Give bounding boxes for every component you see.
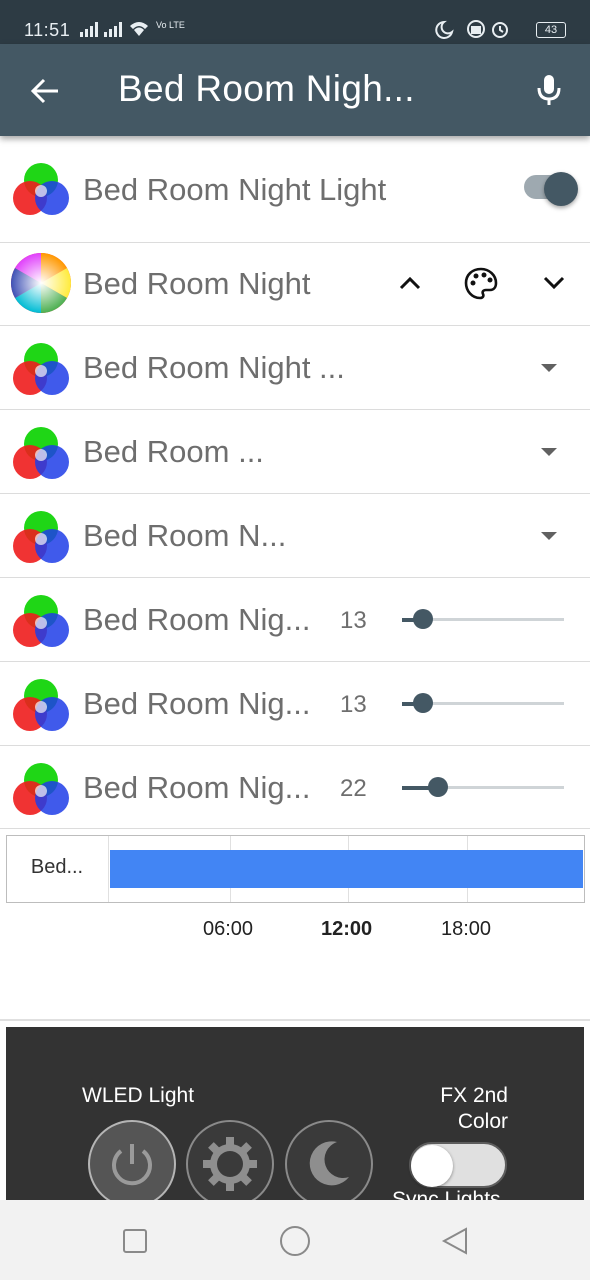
status-bar: 11:51 Vo LTE 43 — [0, 0, 590, 44]
entity-row-light[interactable]: Bed Room Night Light — [0, 140, 590, 243]
recents-square-icon[interactable] — [122, 1228, 148, 1254]
timeline-state-bar[interactable] — [110, 850, 583, 888]
rgb-light-icon — [13, 511, 69, 563]
page-title: Bed Room Nigh... — [118, 68, 415, 109]
timeline-tick: 06:00 — [203, 918, 254, 940]
back-triangle-icon[interactable] — [440, 1226, 470, 1256]
signal-wifi-icons: Vo LTE — [80, 20, 185, 37]
app-bar: Bed Room Nigh... — [0, 44, 590, 136]
rgb-light-icon — [13, 679, 69, 731]
entity-row-select-2[interactable]: Bed Room ... — [0, 410, 590, 494]
sync-lights-label: Sync Lights — [392, 1188, 501, 1200]
rgb-light-icon — [13, 427, 69, 479]
fx-2nd-color-toggle-knob[interactable] — [411, 1145, 453, 1187]
color-wheel-icon — [10, 253, 72, 313]
wled-title: WLED Light — [82, 1084, 195, 1107]
slider-thumb[interactable] — [428, 777, 448, 797]
light-toggle-knob[interactable] — [544, 172, 578, 206]
entity-name: Bed Room Night ... — [83, 350, 345, 385]
chevron-up-icon[interactable] — [398, 275, 422, 291]
dropdown-arrow-icon[interactable] — [541, 532, 557, 540]
battery-indicator: 43 — [536, 22, 566, 38]
section-divider — [0, 1019, 590, 1021]
entity-name: Bed Room Nig... — [83, 686, 311, 721]
status-right-icons — [435, 20, 508, 39]
entity-row-select-3[interactable]: Bed Room N... — [0, 494, 590, 578]
home-circle-icon[interactable] — [279, 1225, 311, 1257]
slider-thumb[interactable] — [413, 609, 433, 629]
entity-row-slider-3[interactable]: Bed Room Nig... 22 — [0, 746, 590, 829]
system-navigation-bar — [0, 1200, 590, 1280]
entity-row-select-1[interactable]: Bed Room Night ... — [0, 326, 590, 410]
slider-value: 13 — [340, 607, 367, 634]
dropdown-arrow-icon[interactable] — [541, 364, 557, 372]
entity-name: Bed Room ... — [83, 434, 264, 469]
status-time: 11:51 — [24, 20, 71, 40]
arrow-left-icon[interactable] — [28, 74, 62, 108]
rgb-light-icon — [13, 595, 69, 647]
sync-label-clip: Sync Lights — [0, 1186, 590, 1200]
rgb-light-icon — [13, 163, 69, 215]
entity-name: Bed Room Nig... — [83, 770, 311, 805]
timeline-tick: 12:00 — [321, 918, 373, 940]
entity-row-color[interactable]: Bed Room Night — [0, 242, 590, 326]
entity-name: Bed Room Night — [83, 266, 311, 301]
entity-name: Bed Room Nig... — [83, 602, 311, 637]
rgb-light-icon — [13, 763, 69, 815]
slider-thumb[interactable] — [413, 693, 433, 713]
network-label: Vo LTE — [156, 20, 185, 30]
entity-row-slider-1[interactable]: Bed Room Nig... 13 — [0, 578, 590, 662]
fx-2nd-color-label: FX 2nd Color — [440, 1084, 508, 1133]
timeline-separator — [108, 836, 109, 902]
entity-row-slider-2[interactable]: Bed Room Nig... 13 — [0, 662, 590, 746]
rgb-light-icon — [13, 343, 69, 395]
chevron-down-icon[interactable] — [542, 275, 566, 291]
timeline-entity-label: Bed... — [30, 856, 84, 878]
dropdown-arrow-icon[interactable] — [541, 448, 557, 456]
timeline-tick: 18:00 — [441, 918, 492, 940]
palette-icon[interactable] — [463, 266, 499, 302]
slider-value: 22 — [340, 775, 367, 802]
entity-name: Bed Room N... — [83, 518, 287, 553]
slider-value: 13 — [340, 691, 367, 718]
microphone-icon[interactable] — [532, 72, 566, 108]
entity-name: Bed Room Night Light — [83, 172, 387, 207]
